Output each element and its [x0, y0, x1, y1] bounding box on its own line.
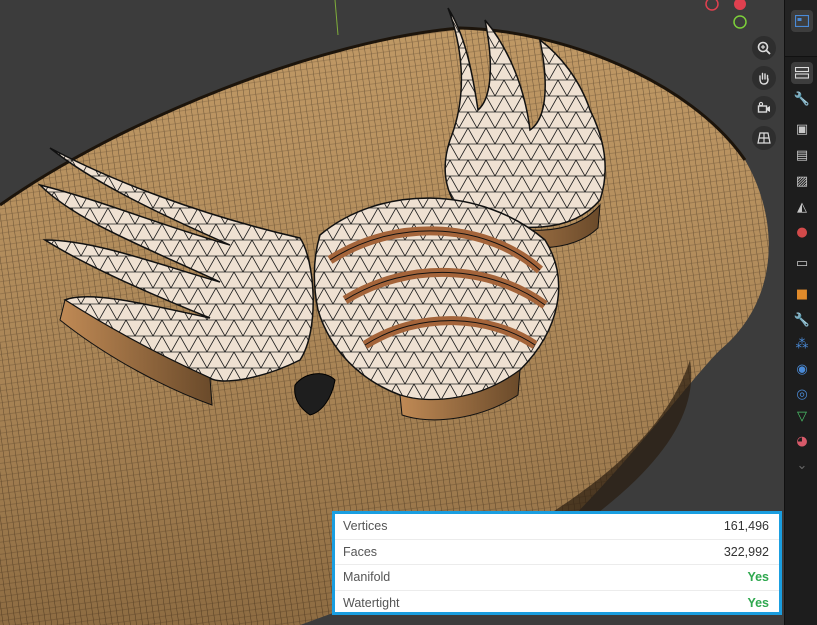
- physics-icon: ◉: [796, 361, 808, 377]
- wrench-icon: 🔧: [793, 312, 811, 328]
- mesh-stats-panel: Vertices 161,496 Faces 322,992 Manifold …: [332, 511, 782, 615]
- material-tab[interactable]: ◕: [791, 430, 813, 452]
- properties-editor-icon[interactable]: [791, 62, 813, 84]
- world-icon: ●: [796, 224, 808, 240]
- stat-row-manifold: Manifold Yes: [335, 565, 779, 591]
- editor-type-icon[interactable]: [791, 10, 813, 32]
- particles-icon: ⁂: [795, 336, 809, 352]
- modifiers-tab[interactable]: 🔧: [791, 309, 813, 331]
- tool-icon: 🔧: [793, 91, 811, 107]
- particles-tab[interactable]: ⁂: [791, 333, 813, 355]
- properties-tab-bar: 🔧 ▣ ▤ ▨ ◭ ● ▭ ■ 🔧 ⁂ ◉ ◎ ▽ ◕ ⌄: [784, 0, 817, 625]
- navigation-gizmos: [750, 36, 778, 156]
- chevron-down-icon[interactable]: ⌄: [791, 454, 813, 476]
- material-icon: ◕: [796, 433, 808, 449]
- render-camera-icon: ▣: [795, 121, 809, 137]
- faces-label: Faces: [343, 544, 378, 559]
- manifold-label: Manifold: [343, 570, 391, 585]
- camera-view-icon[interactable]: [752, 96, 776, 120]
- vertices-value: 161,496: [723, 519, 769, 534]
- faces-value: 322,992: [723, 544, 769, 559]
- manifold-value: Yes: [747, 570, 769, 585]
- stat-row-faces: Faces 322,992: [335, 540, 779, 565]
- watertight-label: Watertight: [343, 595, 400, 610]
- data-tab[interactable]: ▽: [791, 405, 813, 427]
- stat-row-vertices: Vertices 161,496: [335, 514, 779, 540]
- world-tab[interactable]: ●: [791, 221, 813, 243]
- scene-tab[interactable]: ◭: [791, 196, 813, 218]
- vertices-label: Vertices: [343, 519, 388, 534]
- object-icon: ■: [795, 286, 809, 302]
- constraints-tab[interactable]: ◎: [791, 383, 813, 405]
- printer-icon: ▤: [795, 147, 809, 163]
- grid-perspective-icon[interactable]: [752, 126, 776, 150]
- zoom-in-icon[interactable]: [752, 36, 776, 60]
- image-icon: ▨: [795, 173, 809, 189]
- output-tab[interactable]: ▤: [791, 144, 813, 166]
- scene-icon: ◭: [797, 199, 807, 215]
- stat-row-watertight: Watertight Yes: [335, 591, 779, 616]
- render-tab[interactable]: ▣: [791, 118, 813, 140]
- 3d-viewport[interactable]: Vertices 161,496 Faces 322,992 Manifold …: [0, 0, 784, 625]
- editor-type-header: [785, 0, 817, 57]
- constraints-icon: ◎: [796, 386, 808, 402]
- watertight-value: Yes: [747, 595, 769, 610]
- axis-gizmo[interactable]: [700, 0, 760, 36]
- hand-pan-icon[interactable]: [752, 66, 776, 90]
- collection-tab[interactable]: ▭: [791, 252, 813, 274]
- physics-tab[interactable]: ◉: [791, 358, 813, 380]
- tool-tab[interactable]: 🔧: [791, 88, 813, 110]
- view-layer-tab[interactable]: ▨: [791, 170, 813, 192]
- mesh-data-icon: ▽: [797, 408, 807, 424]
- box-icon: ▭: [795, 255, 809, 271]
- object-tab[interactable]: ■: [791, 283, 813, 305]
